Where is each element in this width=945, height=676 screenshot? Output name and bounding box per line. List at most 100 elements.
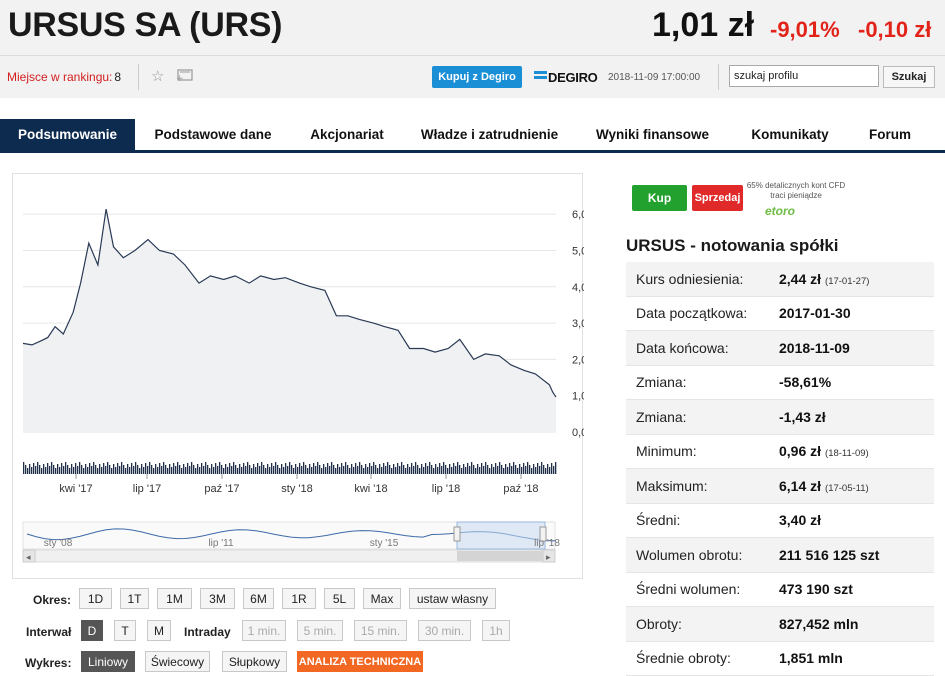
page: URSUS SA (URS) 1,01 zł -9,01% -0,10 zł M… — [0, 0, 945, 676]
buy-button[interactable]: Kup — [632, 185, 687, 211]
volume-bar — [511, 466, 513, 474]
period-1d-button[interactable]: 1D — [79, 588, 112, 609]
etoro-logo[interactable]: etoro — [765, 204, 795, 218]
volume-bar — [323, 464, 325, 474]
volume-bar — [77, 466, 79, 474]
volume-bar — [215, 463, 217, 474]
tab-financial-results[interactable]: Wyniki finansowe — [576, 119, 729, 150]
chart-type-line-button[interactable]: Liniowy — [81, 651, 135, 672]
volume-bar — [287, 466, 289, 474]
chart-type-candle-button[interactable]: Świecowy — [145, 651, 210, 672]
volume-bar — [503, 468, 505, 474]
price-chart[interactable]: 0,00 1,00 2,00 3,00 4,00 5,00 6,00 kwi '17 lip … — [13, 174, 584, 580]
volume-bar — [417, 465, 419, 474]
volume-bar — [507, 467, 509, 474]
volume-bar — [539, 466, 541, 474]
volume-bar — [305, 465, 307, 474]
volume-bar — [369, 463, 371, 474]
intraday-1min-button[interactable]: 1 min. — [242, 620, 286, 641]
volume-bar — [465, 467, 467, 474]
volume-bar — [501, 465, 503, 474]
row-key: Średni: — [636, 512, 681, 529]
volume-bar — [365, 464, 367, 474]
profile-search-input[interactable] — [729, 65, 879, 87]
search-button[interactable]: Szukaj — [883, 66, 935, 88]
volume-bar — [491, 464, 493, 474]
volume-bar — [209, 468, 211, 474]
volume-bar — [171, 467, 173, 474]
volume-bar — [159, 463, 161, 474]
volume-bar — [103, 463, 105, 474]
volume-bar — [403, 465, 405, 474]
volume-bar — [263, 465, 265, 474]
row-value: -1,43 zł — [779, 408, 826, 425]
volume-bar — [427, 466, 429, 474]
volume-bar — [173, 463, 175, 474]
navigator-tick-label: sty '15 — [370, 538, 399, 549]
volume-bar — [241, 467, 243, 474]
volume-bar — [493, 467, 495, 474]
volume-bar — [109, 465, 111, 474]
volume-bar — [197, 464, 199, 474]
technical-analysis-button[interactable]: ANALIZA TECHNICZNA — [297, 651, 423, 672]
interval-month-button[interactable]: M — [147, 620, 171, 641]
volume-bar — [113, 464, 115, 474]
table-row: Minimum: 0,96 zł (18-11-09) — [626, 435, 934, 469]
volume-bar — [155, 464, 157, 474]
volume-bar — [289, 462, 291, 474]
star-icon[interactable]: ☆ — [151, 67, 164, 85]
volume-bar — [35, 466, 37, 474]
wallet-add-icon[interactable]: + — [176, 68, 194, 82]
volume-bar — [489, 468, 491, 474]
volume-bar — [361, 465, 363, 474]
tab-forum[interactable]: Forum — [851, 119, 929, 150]
period-6m-button[interactable]: 6M — [243, 588, 274, 609]
intraday-30min-button[interactable]: 30 min. — [418, 620, 471, 641]
degiro-logo[interactable]: DEGIRO — [534, 70, 598, 85]
volume-bar — [149, 462, 151, 474]
volume-bar — [255, 467, 257, 474]
row-date: (18-11-09) — [825, 448, 869, 460]
intraday-15min-button[interactable]: 15 min. — [354, 620, 407, 641]
volume-bar — [347, 465, 349, 474]
tab-management[interactable]: Władze i zatrudnienie — [403, 119, 576, 150]
period-5l-button[interactable]: 5L — [324, 588, 355, 609]
volume-bar — [431, 465, 433, 474]
navigator-tick-label: lip '18 — [534, 538, 560, 549]
sell-button[interactable]: Sprzedaj — [692, 185, 743, 211]
volume-bar — [97, 468, 99, 474]
tab-announcements[interactable]: Komunikaty — [729, 119, 851, 150]
intraday-5min-button[interactable]: 5 min. — [297, 620, 343, 641]
volume-bar — [45, 467, 47, 474]
period-max-button[interactable]: Max — [363, 588, 401, 609]
volume-bar — [307, 468, 309, 474]
volume-bar — [135, 462, 137, 474]
volume-bar — [325, 467, 327, 474]
row-value: 473 190 szt — [779, 581, 853, 598]
volume-bar — [435, 464, 437, 474]
volume-bar — [221, 465, 223, 474]
period-1t-button[interactable]: 1T — [120, 588, 149, 609]
tab-summary[interactable]: Podsumowanie — [0, 119, 135, 150]
period-1r-button[interactable]: 1R — [282, 588, 316, 609]
interval-day-button[interactable]: D — [81, 620, 103, 641]
tab-basic-data[interactable]: Podstawowe dane — [135, 119, 291, 150]
interval-label: Interwał — [26, 625, 72, 639]
interval-week-button[interactable]: T — [114, 620, 136, 641]
volume-bar — [249, 465, 251, 474]
chart-type-bar-button[interactable]: Słupkowy — [222, 651, 287, 672]
buy-with-degiro-button[interactable]: Kupuj z Degiro — [432, 66, 522, 88]
scroll-left-icon: ◂ — [26, 552, 31, 562]
volume-bar — [243, 463, 245, 474]
volume-bar — [371, 466, 373, 474]
period-1m-button[interactable]: 1M — [157, 588, 192, 609]
volume-bar — [505, 464, 507, 474]
volume-bar — [519, 464, 521, 474]
period-custom-button[interactable]: ustaw własny — [409, 588, 496, 609]
volume-bar — [81, 465, 83, 474]
period-3m-button[interactable]: 3M — [200, 588, 235, 609]
row-value: 6,14 zł — [779, 477, 822, 494]
volume-bar — [495, 463, 497, 474]
intraday-1h-button[interactable]: 1h — [482, 620, 510, 641]
tab-shareholders[interactable]: Akcjonariat — [291, 119, 403, 150]
